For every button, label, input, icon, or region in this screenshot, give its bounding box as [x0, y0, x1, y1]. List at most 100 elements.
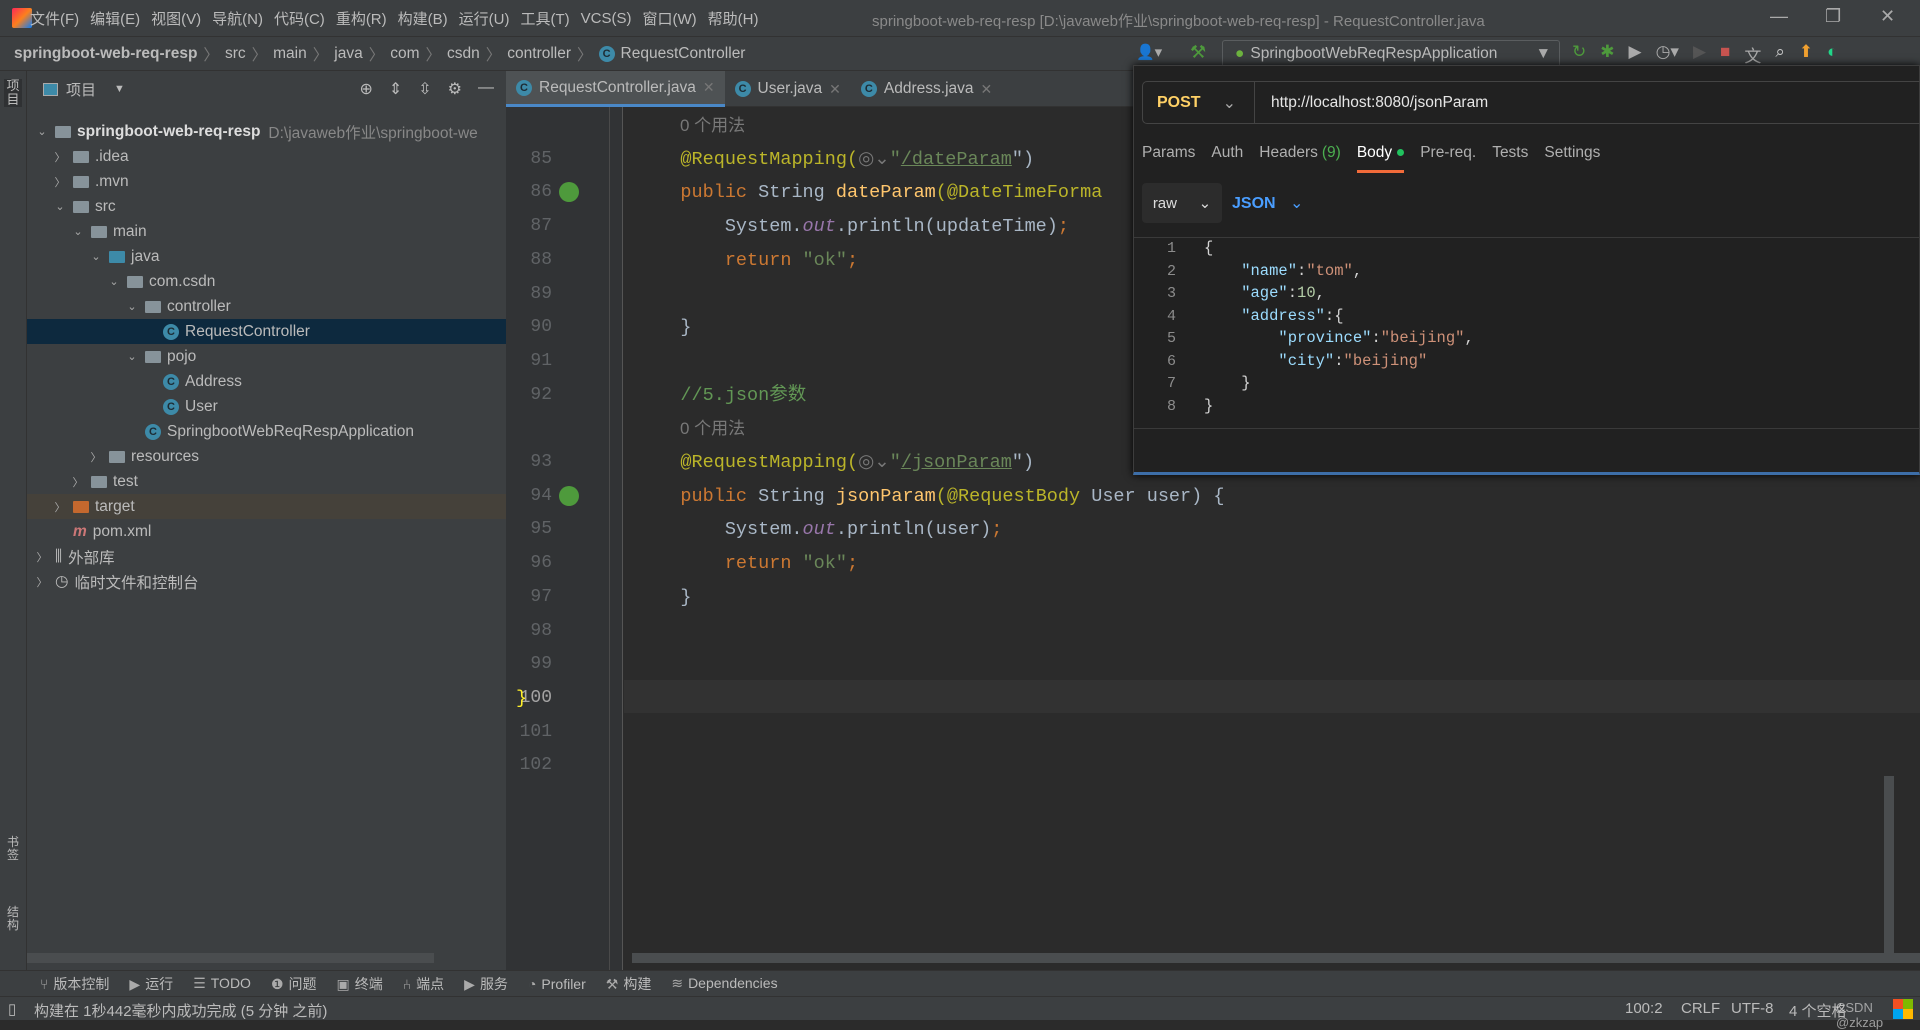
chevron-right-icon[interactable]: 〉: [53, 174, 67, 190]
collapse-all-icon[interactable]: ⇳: [418, 79, 431, 99]
chevron-right-icon[interactable]: 〉: [89, 449, 103, 465]
tree-item[interactable]: ⌄ springboot-web-req-resp D:\javaweb作业\spr…: [27, 119, 506, 144]
bookmarks-tool-button[interactable]: 书签: [4, 836, 22, 862]
breadcrumb-item[interactable]: springboot-web-req-resp: [14, 45, 197, 63]
editor-tab[interactable]: C RequestController.java ✕: [506, 71, 725, 107]
minimize-button[interactable]: —: [1770, 6, 1788, 27]
user-icon[interactable]: 👤▾: [1136, 43, 1162, 61]
close-tab-icon[interactable]: ✕: [703, 79, 715, 96]
tree-item[interactable]: 〉 resources: [27, 444, 506, 469]
chevron-down-icon[interactable]: ▼: [114, 83, 125, 95]
hide-icon[interactable]: —: [478, 79, 494, 99]
chevron-down-icon[interactable]: ⌄: [89, 250, 103, 263]
tool-window-endpoints[interactable]: ⑃ 端点: [403, 974, 444, 994]
tree-item[interactable]: m pom.xml: [27, 519, 506, 544]
menu-item[interactable]: VCS(S): [581, 10, 632, 27]
translate-icon[interactable]: 文: [1744, 42, 1761, 67]
method-select[interactable]: POST ⌄: [1143, 82, 1255, 123]
request-tab[interactable]: Headers (9): [1259, 144, 1341, 173]
editor-tab[interactable]: C User.java ✕: [725, 71, 851, 107]
menu-item[interactable]: 工具(T): [520, 8, 569, 29]
tree-item[interactable]: 〉 ⫼ 外部库: [27, 544, 506, 569]
editor-horizontal-scrollbar[interactable]: [632, 953, 1920, 963]
structure-tool-button[interactable]: 结构: [4, 906, 22, 932]
request-body-editor[interactable]: 1{2 "name":"tom", 3 "age":10, 4 "address":…: [1134, 237, 1920, 417]
breadcrumb-item[interactable]: main: [273, 45, 307, 63]
tool-window-run[interactable]: ▶ 运行: [129, 974, 173, 994]
tree-item[interactable]: 〉 .idea: [27, 144, 506, 169]
request-tab[interactable]: Params: [1142, 144, 1195, 173]
chevron-down-icon[interactable]: ⌄: [107, 275, 121, 288]
status-message[interactable]: 构建在 1秒442毫秒内成功完成 (5 分钟 之前): [34, 1000, 327, 1021]
request-tab[interactable]: Settings: [1544, 144, 1600, 173]
line-separator[interactable]: CRLF: [1681, 1000, 1720, 1017]
request-tab[interactable]: Pre-req.: [1420, 144, 1476, 173]
chevron-down-icon[interactable]: ⌄: [125, 350, 139, 363]
chevron-right-icon[interactable]: 〉: [53, 499, 67, 515]
close-tab-icon[interactable]: ✕: [829, 81, 841, 98]
chevron-down-icon[interactable]: ⌄: [125, 300, 139, 313]
build-hammer-icon[interactable]: ⚒: [1190, 42, 1206, 63]
search-icon[interactable]: ⌕: [1775, 42, 1785, 67]
tree-item[interactable]: C User: [27, 394, 506, 419]
tree-item[interactable]: 〉 test: [27, 469, 506, 494]
close-button[interactable]: ✕: [1880, 6, 1895, 27]
rerun-icon[interactable]: ↻: [1572, 42, 1586, 67]
debug-icon[interactable]: ✱: [1600, 42, 1614, 67]
tool-window-terminal[interactable]: ▣ 终端: [337, 974, 383, 994]
tree-item[interactable]: 〉 .mvn: [27, 169, 506, 194]
coverage-icon[interactable]: ▶: [1629, 42, 1642, 67]
plugin-icon[interactable]: ◐: [1827, 42, 1837, 67]
tree-item[interactable]: ⌄ com.csdn: [27, 269, 506, 294]
breadcrumb-item[interactable]: java: [334, 45, 362, 63]
maximize-button[interactable]: ❐: [1825, 6, 1841, 27]
tool-window-services[interactable]: ▶ 服务: [464, 974, 508, 994]
chevron-right-icon[interactable]: 〉: [35, 549, 49, 565]
tool-window-dependencies[interactable]: ≋ Dependencies: [671, 975, 777, 992]
menu-item[interactable]: 导航(N): [212, 8, 263, 29]
chevron-down-icon[interactable]: ⌄: [35, 125, 49, 138]
update-icon[interactable]: ⬆: [1799, 42, 1813, 67]
chevron-down-icon[interactable]: ⌄: [53, 200, 67, 213]
chevron-down-icon[interactable]: ⌄: [71, 225, 85, 238]
expand-all-icon[interactable]: ⇕: [389, 79, 402, 99]
profile-icon[interactable]: ◷▾: [1656, 42, 1679, 67]
run-endpoint-icon[interactable]: [559, 485, 579, 506]
tree-item[interactable]: C RequestController: [27, 319, 506, 344]
tree-item[interactable]: ⌄ main: [27, 219, 506, 244]
request-tab[interactable]: Body: [1356, 144, 1405, 173]
tool-window-vcs[interactable]: ⑂ 版本控制: [40, 974, 109, 994]
menu-item[interactable]: 构建(B): [398, 8, 448, 29]
chevron-right-icon[interactable]: 〉: [35, 574, 49, 590]
editor-tab[interactable]: C Address.java ✕: [851, 71, 1002, 107]
chevron-right-icon[interactable]: 〉: [71, 474, 85, 490]
menu-item[interactable]: 重构(R): [336, 8, 387, 29]
gear-icon[interactable]: ⚙: [448, 79, 462, 99]
tool-window-build[interactable]: ⚒ 构建: [606, 974, 652, 994]
caret-position[interactable]: 100:2: [1625, 1000, 1663, 1017]
locate-icon[interactable]: ⊕: [359, 79, 372, 99]
menu-item[interactable]: 文件(F): [30, 8, 79, 29]
breadcrumb-item[interactable]: src: [225, 45, 246, 63]
tool-window-todo[interactable]: ☰ TODO: [193, 975, 251, 992]
menu-item[interactable]: 代码(C): [274, 8, 325, 29]
close-tab-icon[interactable]: ✕: [981, 81, 993, 98]
tree-item[interactable]: 〉 target: [27, 494, 506, 519]
run-icon[interactable]: ▶: [1693, 42, 1706, 67]
chevron-right-icon[interactable]: 〉: [53, 149, 67, 165]
menu-item[interactable]: 视图(V): [151, 8, 201, 29]
usage-hint[interactable]: 0 个用法: [680, 412, 745, 445]
breadcrumb-item[interactable]: RequestController: [621, 45, 746, 63]
tree-item[interactable]: ⌄ src: [27, 194, 506, 219]
menu-item[interactable]: 帮助(H): [708, 8, 759, 29]
url-input[interactable]: http://localhost:8080/jsonParam: [1255, 94, 1488, 112]
editor-vertical-scrollbar[interactable]: [1884, 776, 1894, 961]
usage-hint[interactable]: 0 个用法: [680, 109, 745, 142]
project-scrollbar[interactable]: [27, 953, 434, 963]
request-tab[interactable]: Tests: [1492, 144, 1528, 173]
breadcrumb-item[interactable]: controller: [507, 45, 571, 63]
tree-item[interactable]: C SpringbootWebReqRespApplication: [27, 419, 506, 444]
menu-item[interactable]: 编辑(E): [90, 8, 140, 29]
tree-item[interactable]: ⌄ pojo: [27, 344, 506, 369]
run-config-select[interactable]: ● SpringbootWebReqRespApplication ▼: [1222, 40, 1560, 68]
